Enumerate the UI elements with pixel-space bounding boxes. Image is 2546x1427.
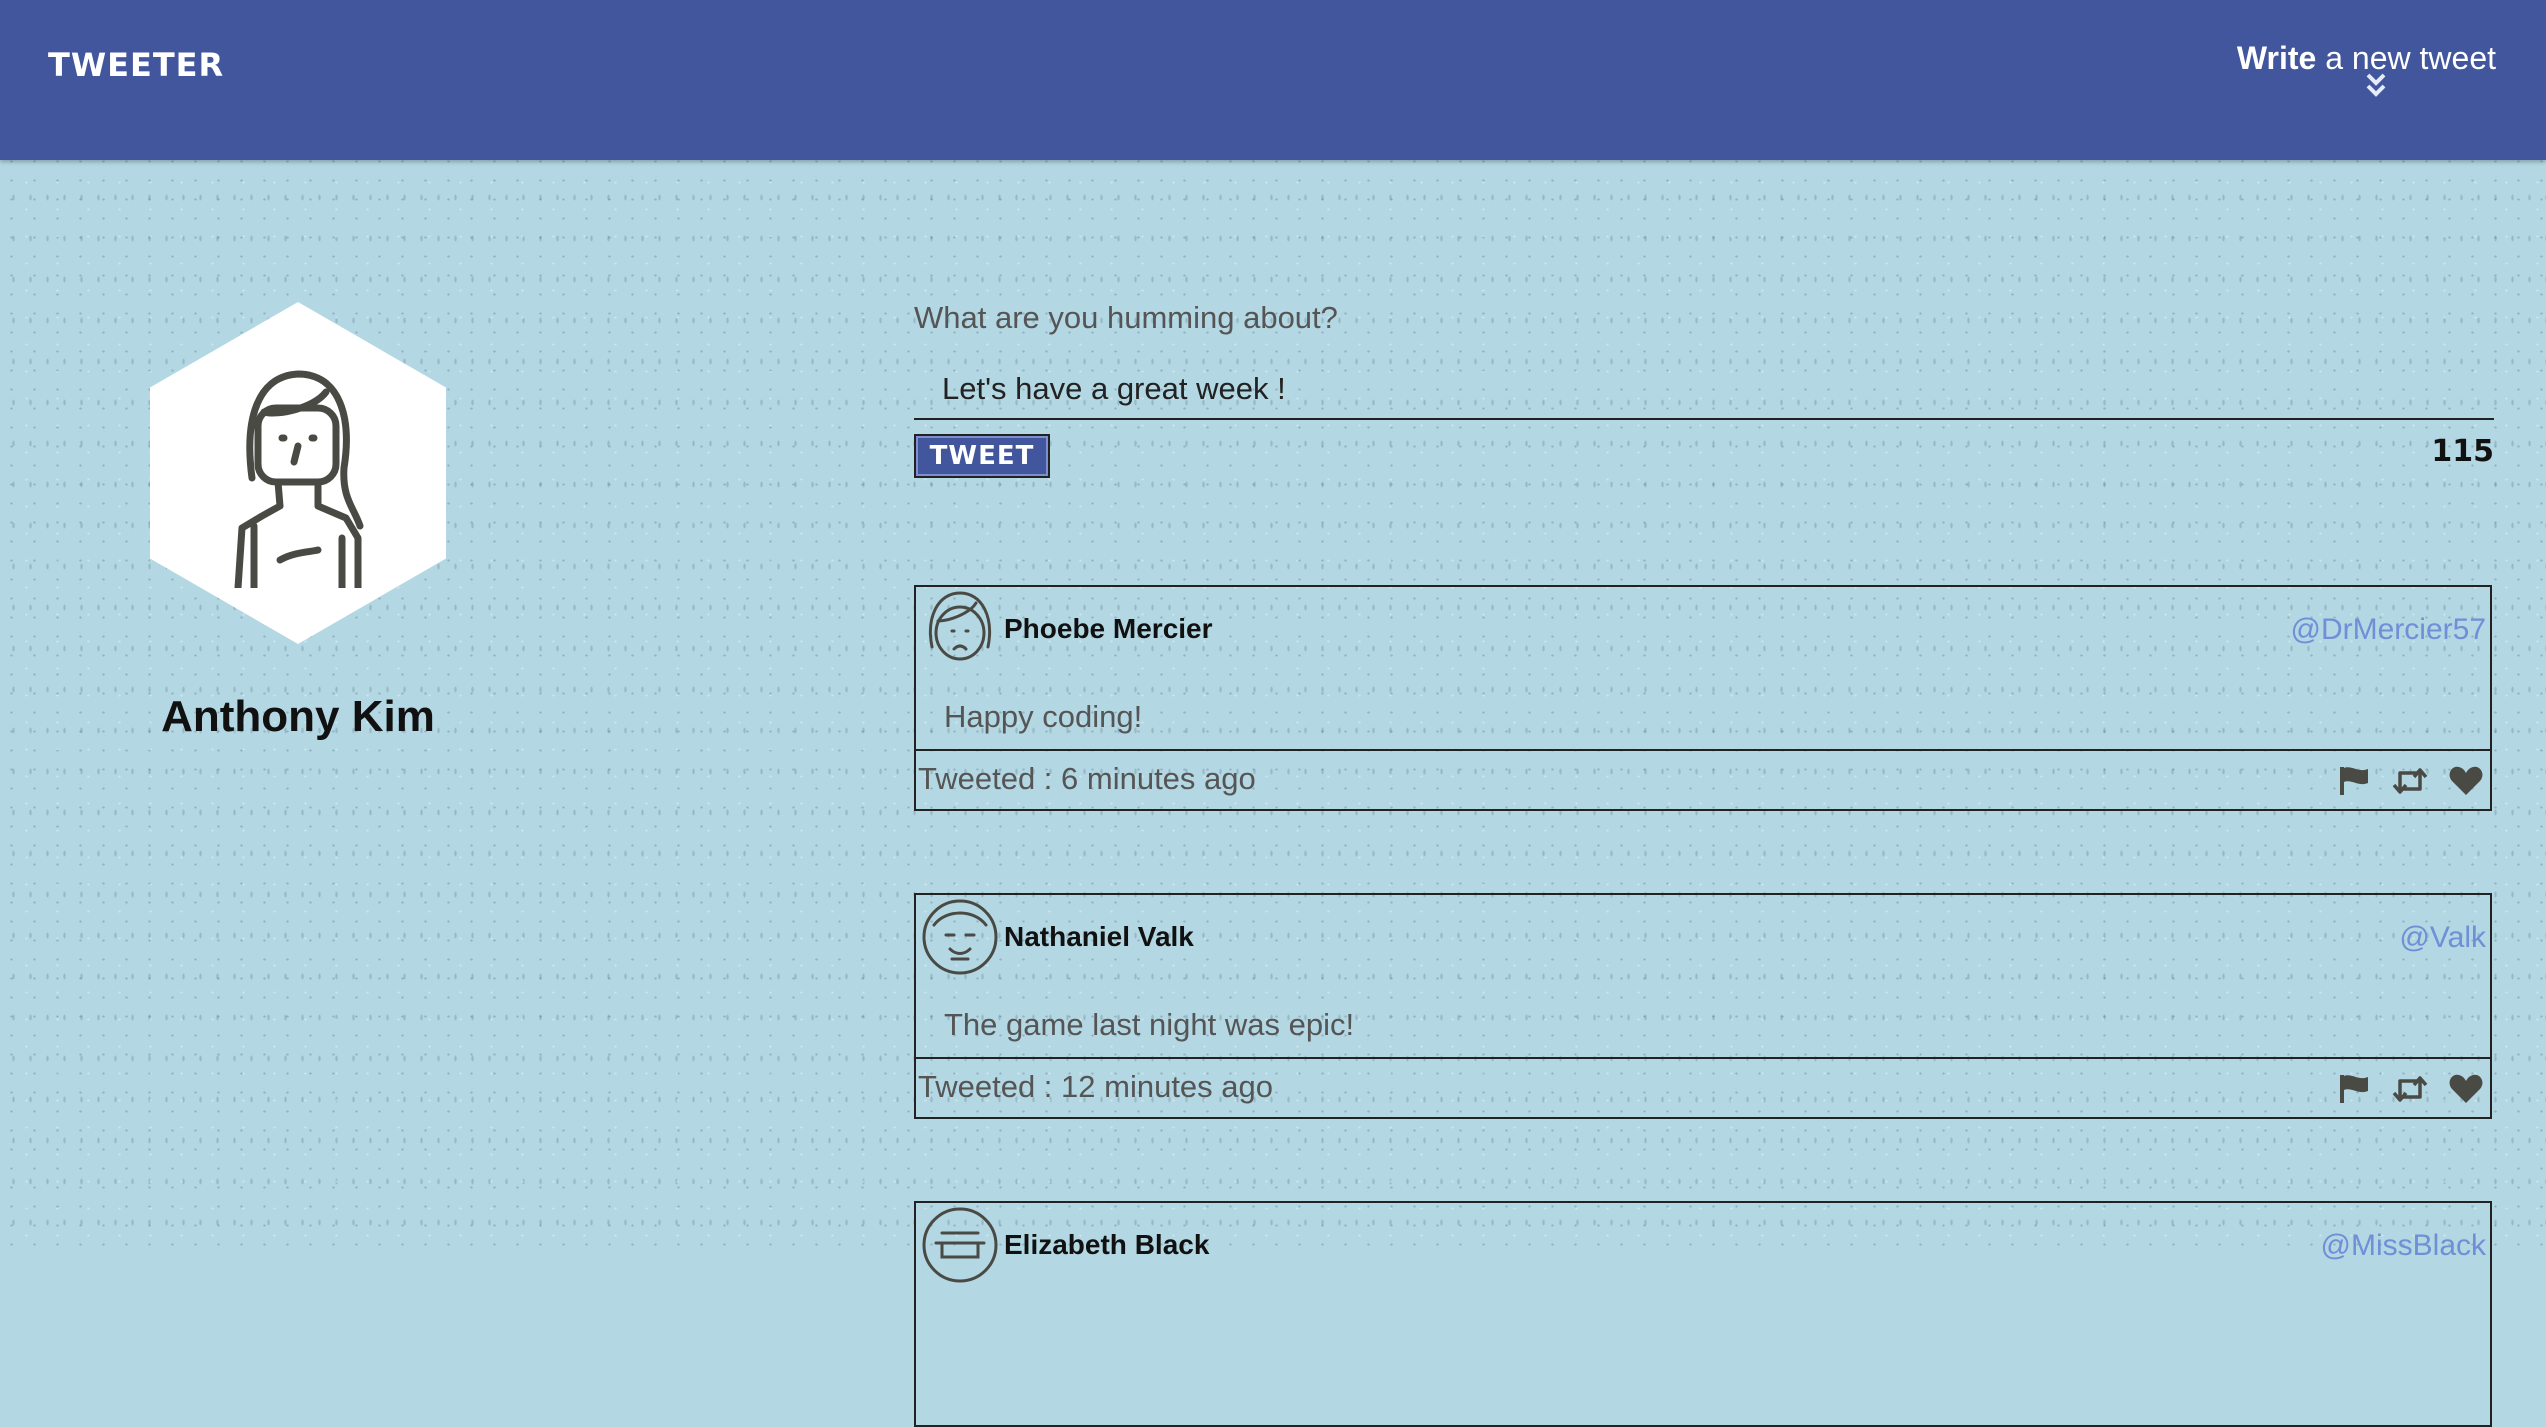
tweet-avatar-icon <box>922 1207 998 1283</box>
tweet-author-handle[interactable]: @DrMercier57 <box>2291 613 2486 647</box>
tweet-avatar-icon <box>922 899 998 975</box>
tweet-timestamp: Tweeted : 6 minutes ago <box>918 761 1256 796</box>
tweet-text: The game last night was epic! <box>944 1007 1355 1042</box>
tweet-footer: Tweeted : 12 minutes ago <box>916 1057 2490 1117</box>
brand-logo[interactable]: TWEETER <box>48 46 224 84</box>
tweet-author-name: Phoebe Mercier <box>1004 613 1213 644</box>
tweet-author-handle[interactable]: @Valk <box>2399 921 2486 955</box>
tweet-text: Happy coding! <box>944 699 1143 734</box>
flag-icon[interactable] <box>2336 1073 2372 1105</box>
tweet-card: Phoebe Mercier @DrMercier57 Happy coding… <box>914 585 2492 811</box>
tweet-text-input[interactable] <box>914 360 2494 420</box>
heart-icon[interactable] <box>2448 1073 2484 1105</box>
tweet-card: Nathaniel Valk @Valk The game last night… <box>914 893 2492 1119</box>
top-nav: TWEETER Write a new tweet <box>0 0 2546 160</box>
character-counter: 115 <box>2431 434 2494 469</box>
retweet-icon[interactable] <box>2392 1073 2428 1105</box>
tweet-footer: Tweeted : 6 minutes ago <box>916 749 2490 809</box>
tweet-avatar-icon <box>929 591 991 661</box>
composer-label: What are you humming about? <box>914 300 1338 335</box>
heart-icon[interactable] <box>2448 765 2484 797</box>
tweet-timestamp: Tweeted : 12 minutes ago <box>918 1069 1274 1104</box>
user-avatar-icon <box>234 370 364 588</box>
flag-icon[interactable] <box>2336 765 2372 797</box>
double-chevron-down-icon[interactable] <box>2364 72 2388 100</box>
new-tweet-label: a new tweet <box>2316 40 2496 76</box>
retweet-icon[interactable] <box>2392 765 2428 797</box>
user-profile: Anthony Kim <box>150 302 446 741</box>
write-label: Write <box>2236 40 2317 76</box>
tweet-actions <box>2336 765 2484 797</box>
tweet-author-name: Elizabeth Black <box>1004 1229 1210 1260</box>
tweet-button[interactable]: TWEET <box>914 434 1050 478</box>
profile-avatar <box>150 302 446 644</box>
tweet-actions <box>2336 1073 2484 1105</box>
tweet-author-name: Nathaniel Valk <box>1004 921 1194 952</box>
tweet-card: Elizabeth Black @MissBlack <box>914 1201 2492 1427</box>
profile-name: Anthony Kim <box>161 692 435 741</box>
